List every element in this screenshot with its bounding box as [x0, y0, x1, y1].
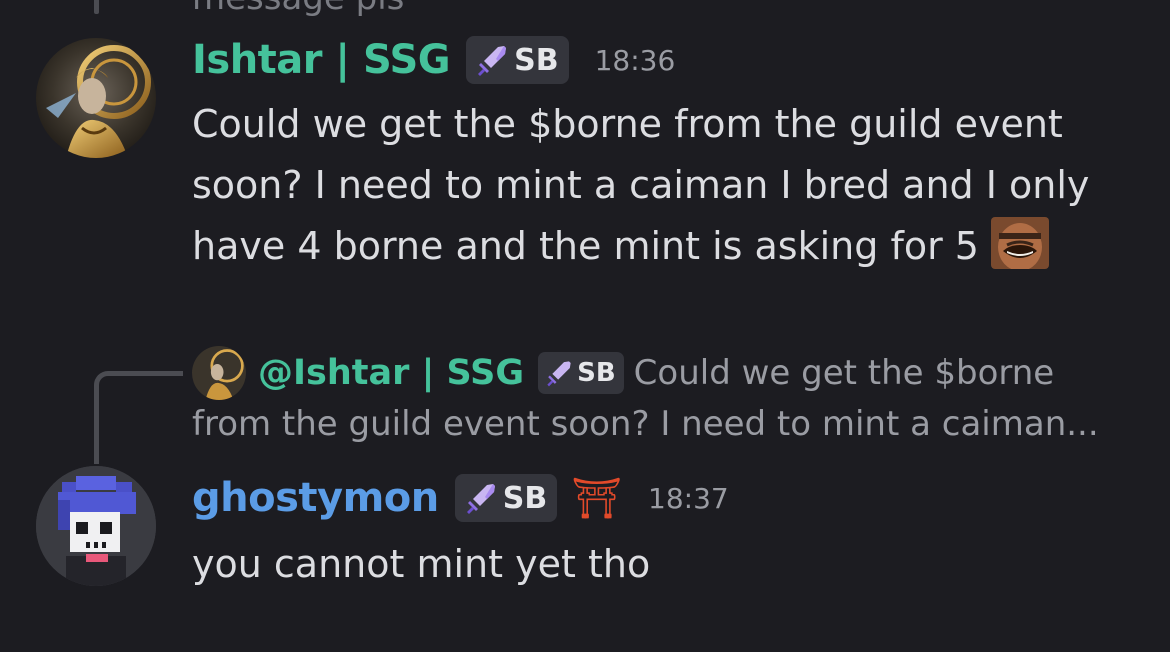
laughing-man-emoji-icon[interactable] [991, 217, 1050, 269]
role-tag-label: SB [514, 42, 559, 78]
avatar-ishtar[interactable] [36, 38, 156, 158]
message-line: you cannot mint yet tho [192, 542, 651, 586]
reply-role-tag-label: SB [577, 358, 616, 388]
username-ishtar[interactable]: Ishtar | SSG [192, 37, 451, 83]
role-tag-label: SB [502, 480, 548, 516]
reply-username[interactable]: @Ishtar | SSG [258, 353, 524, 393]
timestamp-1[interactable]: 18:36 [595, 44, 676, 77]
avatar-ghostymon[interactable] [36, 466, 156, 586]
message-line-with-emoji: have 4 borne and the mint is asking for … [192, 216, 1089, 277]
message-header-2: ghostymon SB ⛩ 18:37 [192, 474, 729, 522]
message-line: have 4 borne and the mint is asking for … [192, 224, 979, 268]
message-header-1: Ishtar | SSG SB 18:36 [192, 36, 675, 84]
message-line: Could we get the $borne from the guild e… [192, 102, 1063, 146]
reply-spine [94, 371, 183, 464]
sword-icon [466, 484, 495, 514]
role-tag-sb[interactable]: SB [454, 474, 558, 522]
message-body-2: you cannot mint yet tho [192, 534, 650, 595]
role-tag-sb[interactable]: SB [466, 36, 569, 84]
previous-message-text: message pls [192, 0, 404, 18]
reply-preview-line2[interactable]: from the guild event soon? I need to min… [192, 404, 1099, 444]
avatar-pixel-character-image [36, 466, 156, 586]
timestamp-2[interactable]: 18:37 [648, 482, 729, 515]
sword-icon [547, 361, 571, 387]
reply-preview-line1: Could we get the $borne [633, 353, 1055, 393]
reply-reference[interactable]: @Ishtar | SSG SB Could we get the $borne [192, 346, 1054, 400]
torii-gate-icon[interactable]: ⛩ [571, 475, 622, 522]
sword-icon [478, 46, 507, 76]
avatar-goddess-image [36, 38, 156, 158]
message-line: soon? I need to mint a caiman I bred and… [192, 163, 1090, 207]
thread-line-top [94, 0, 99, 14]
username-ghostymon[interactable]: ghostymon [192, 475, 439, 521]
message-body-1: Could we get the $borne from the guild e… [192, 94, 1089, 277]
reply-avatar [192, 346, 246, 400]
reply-role-tag: SB [538, 352, 624, 394]
